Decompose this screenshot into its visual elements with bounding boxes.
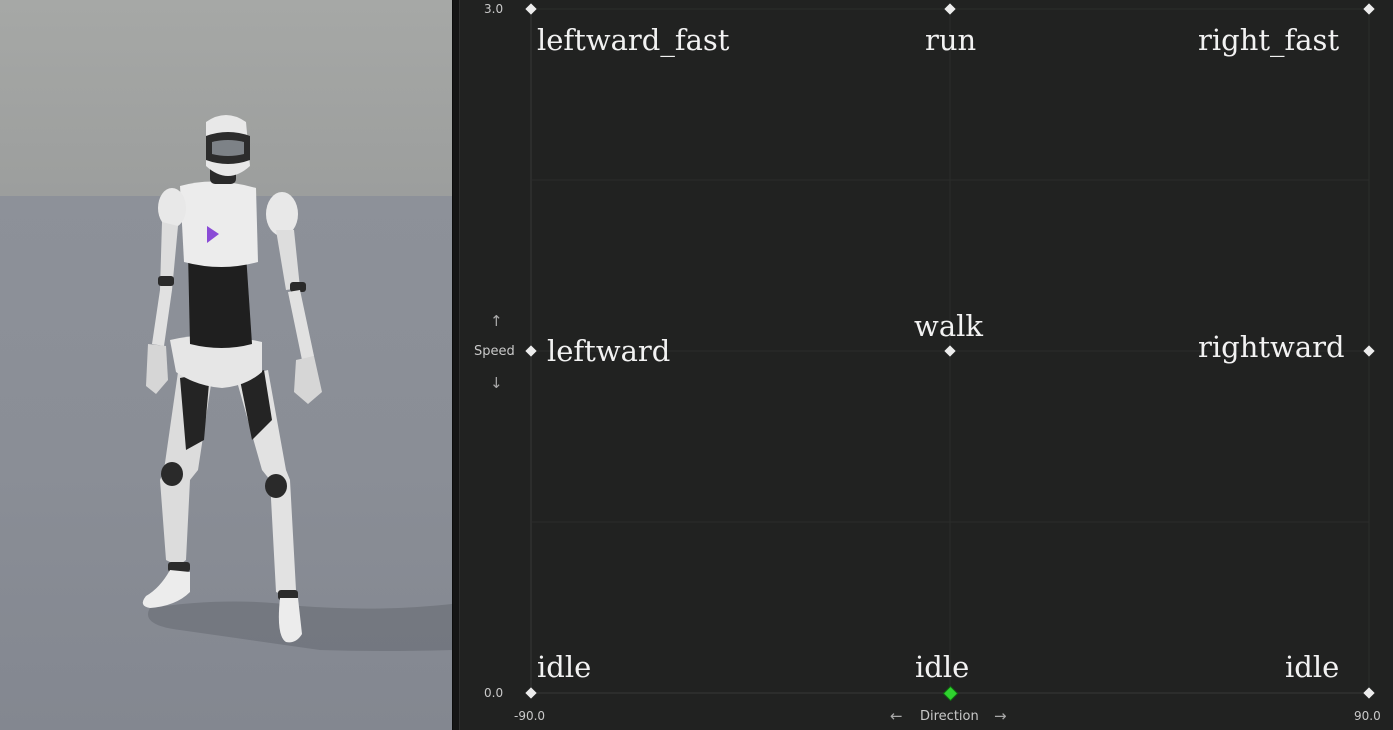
- mannequin-character[interactable]: [0, 0, 452, 730]
- x-axis-max-label: 90.0: [1354, 709, 1381, 723]
- arrow-down-icon: ↓: [490, 374, 503, 392]
- y-axis-max-label: 3.0: [484, 2, 504, 16]
- sample-label-leftward: leftward: [547, 334, 671, 368]
- sample-label-idle-right: idle: [1285, 650, 1340, 684]
- preview-viewport[interactable]: [0, 0, 452, 730]
- sample-label-leftward-fast: leftward_fast: [537, 23, 730, 57]
- sample-label-idle-center: idle: [915, 650, 970, 684]
- arrow-up-icon: ↑: [490, 312, 503, 330]
- y-axis-min-label: 0.0: [484, 686, 504, 700]
- animation-editor: 3.0 0.0 -90.0 90.0 ↑ Speed ↓ ← Direction…: [0, 0, 1393, 730]
- x-axis-min-label: -90.0: [514, 709, 546, 723]
- sample-label-run: run: [925, 23, 977, 57]
- sample-label-rightward: rightward: [1198, 330, 1345, 364]
- y-axis-name: Speed: [474, 344, 515, 359]
- blend-space-editor[interactable]: 3.0 0.0 -90.0 90.0 ↑ Speed ↓ ← Direction…: [460, 0, 1393, 730]
- arrow-right-icon: →: [994, 707, 1007, 725]
- sample-label-walk: walk: [914, 309, 983, 343]
- panel-splitter[interactable]: [452, 0, 460, 730]
- sample-label-right-fast: right_fast: [1198, 23, 1340, 57]
- x-axis-name: Direction: [920, 709, 979, 724]
- sample-label-idle-left: idle: [537, 650, 592, 684]
- arrow-left-icon: ←: [890, 707, 903, 725]
